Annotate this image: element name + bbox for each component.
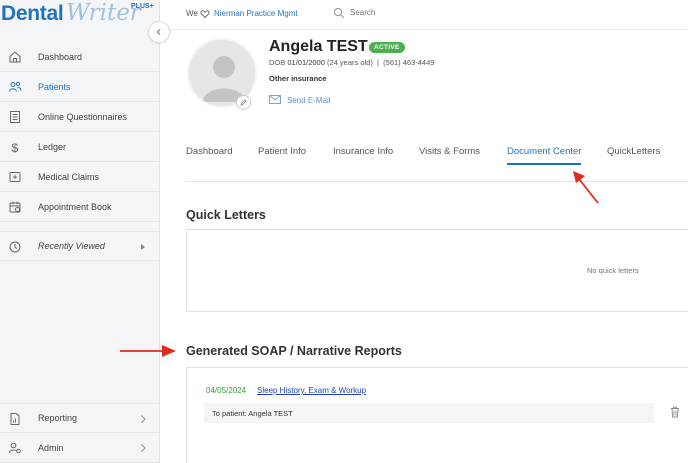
- patient-age: (24 years old): [327, 58, 373, 67]
- envelope-icon: [269, 95, 281, 104]
- dollar-icon: $: [12, 141, 19, 154]
- tab-quickletters[interactable]: QuickLetters: [607, 146, 660, 157]
- sidebar-item-label: Appointment Book: [38, 201, 112, 212]
- sidebar-item-label: Patients: [38, 81, 71, 92]
- logo-dental: Dental: [1, 2, 64, 25]
- quick-letters-empty-text: No quick letters: [587, 266, 639, 275]
- report-date: 04/05/2024: [206, 386, 247, 395]
- patient-tabs: Dashboard Patient Info Insurance Info Vi…: [186, 139, 688, 182]
- status-badge: ACTIVE: [369, 42, 405, 53]
- sidebar-item-dashboard[interactable]: Dashboard: [0, 42, 160, 72]
- sidebar-item-label: Reporting: [38, 413, 78, 423]
- sidebar: Dental Writer PLUS+ Dashboard Patients O…: [0, 0, 160, 463]
- patient-phone: (561) 463-4449: [383, 58, 435, 67]
- caret-right-icon: [141, 244, 145, 250]
- patients-icon: [9, 81, 22, 92]
- admin-icon: [9, 442, 21, 454]
- sidebar-item-label: Medical Claims: [38, 171, 100, 182]
- report-recipient: To patient: Angela TEST: [212, 409, 293, 418]
- chevron-right-icon: [141, 444, 146, 452]
- trash-icon[interactable]: [670, 406, 680, 418]
- sidebar-item-label: Ledger: [38, 141, 67, 152]
- patient-name: Angela TEST: [269, 38, 368, 55]
- chevron-right-icon: [141, 415, 146, 423]
- sidebar-item-patients[interactable]: Patients: [0, 72, 160, 102]
- sidebar-item-online-questionnaires[interactable]: Online Questionnaires: [0, 102, 160, 132]
- we-label: We: [186, 9, 198, 18]
- sidebar-item-label: Admin: [38, 442, 64, 453]
- report-icon: [10, 413, 20, 425]
- search-icon: [333, 7, 345, 19]
- tab-dashboard[interactable]: Dashboard: [186, 146, 232, 157]
- sidebar-item-appointment-book[interactable]: Appointment Book: [0, 192, 160, 222]
- tab-visits-forms[interactable]: Visits & Forms: [419, 146, 480, 157]
- logo[interactable]: Dental Writer PLUS+: [0, 0, 160, 30]
- edit-avatar-button[interactable]: [236, 95, 251, 110]
- report-title-link[interactable]: Sleep History, Exam & Workup: [257, 386, 366, 395]
- annotation-arrow-icon: [120, 345, 176, 357]
- patient-insurance: Other insurance: [269, 74, 327, 83]
- sidebar-item-label: Recently Viewed: [38, 241, 105, 251]
- tab-document-center[interactable]: Document Center: [507, 146, 582, 165]
- top-bar: We Nierman Practice Mgmt: [160, 0, 688, 30]
- logo-plus-badge: PLUS+: [131, 3, 154, 10]
- sidebar-item-reporting[interactable]: Reporting: [0, 403, 160, 433]
- home-icon: [9, 51, 21, 63]
- sidebar-item-medical-claims[interactable]: Medical Claims: [0, 162, 160, 192]
- sidebar-item-admin[interactable]: Admin: [0, 433, 160, 463]
- tab-insurance-info[interactable]: Insurance Info: [333, 146, 393, 157]
- tab-patient-info[interactable]: Patient Info: [258, 146, 306, 157]
- pencil-icon: [240, 99, 247, 106]
- quick-letters-title: Quick Letters: [186, 208, 266, 222]
- heart-icon: [200, 10, 210, 19]
- logo-writer: Writer: [66, 0, 141, 26]
- sidebar-item-recently-viewed[interactable]: Recently Viewed: [0, 231, 160, 261]
- sidebar-item-label: Dashboard: [38, 51, 83, 62]
- patient-dob-line: DOB 01/01/2000 (24 years old) | (561) 46…: [269, 58, 435, 67]
- dob-value: 01/01/2000: [287, 58, 325, 67]
- sidebar-item-label: Online Questionnaires: [38, 111, 128, 122]
- clock-icon: [9, 241, 21, 253]
- annotation-arrow-icon: [573, 171, 599, 204]
- search-input[interactable]: [350, 8, 470, 17]
- send-email-link[interactable]: Send E-Mail: [287, 96, 331, 105]
- claims-icon: [9, 172, 21, 182]
- chevron-left-icon: [156, 29, 161, 35]
- report-recipient-row: To patient: Angela TEST: [204, 403, 654, 423]
- questionnaire-icon: [10, 111, 20, 123]
- practice-link[interactable]: Nierman Practice Mgmt: [214, 9, 298, 18]
- svg-text:$: $: [12, 141, 19, 154]
- sidebar-item-ledger[interactable]: $ Ledger: [0, 132, 160, 162]
- soap-reports-title: Generated SOAP / Narrative Reports: [186, 344, 402, 358]
- sidebar-collapse-button[interactable]: [148, 21, 170, 43]
- dob-label: DOB: [269, 58, 286, 67]
- calendar-icon: [9, 201, 21, 213]
